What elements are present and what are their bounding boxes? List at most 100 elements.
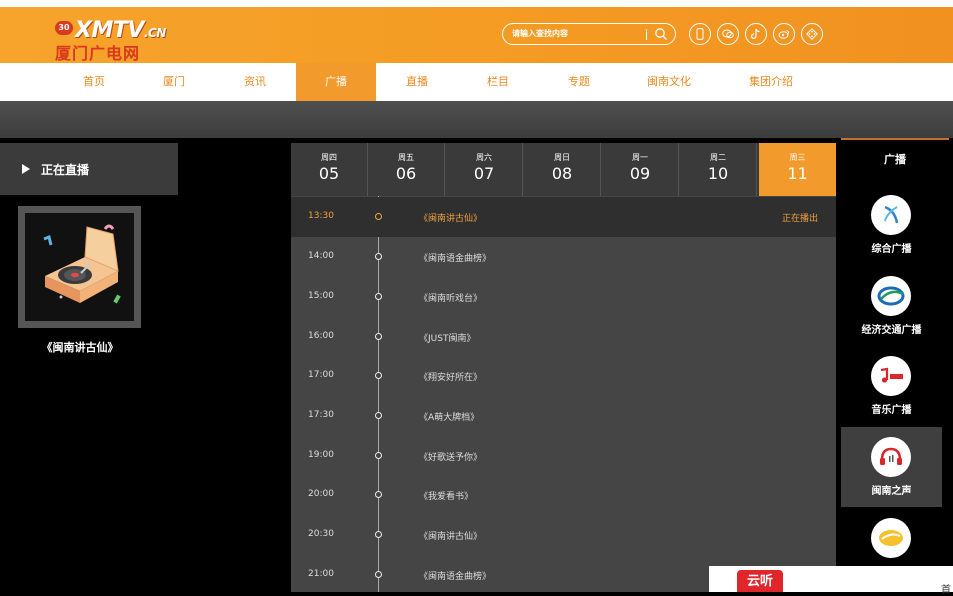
- day-weekday: 周三: [789, 153, 806, 162]
- schedule-row[interactable]: 20:30 《闽南讲古仙》: [291, 515, 836, 555]
- timeline-dot: [375, 372, 382, 379]
- timeline-dot: [375, 333, 382, 340]
- station-sidebar: 广播 综合广播 经济交通广播 音乐广播 闽南之声: [841, 138, 953, 592]
- timeline-dot: [375, 293, 382, 300]
- schedule-row[interactable]: 13:30 《闽南讲古仙》 正在播出: [291, 197, 836, 237]
- logo-badge: 30: [55, 21, 73, 35]
- schedule-row[interactable]: 16:00 《JUST闽南》: [291, 317, 836, 357]
- day-weekday: 周四: [321, 153, 337, 162]
- station-item[interactable]: 音乐广播: [841, 346, 942, 426]
- nav-item-home[interactable]: 首页: [54, 63, 134, 101]
- day-date: 11: [787, 164, 808, 183]
- nav-item-radio[interactable]: 广播: [296, 63, 376, 101]
- popup-home-link[interactable]: 首: [941, 581, 951, 596]
- schedule-program: 《A萌大牌档》: [419, 413, 480, 423]
- banner-band: [0, 101, 953, 138]
- timeline-dot: [375, 531, 382, 538]
- day-date: 10: [707, 164, 729, 183]
- wechat-icon[interactable]: [717, 23, 739, 45]
- search-input[interactable]: 请输入查找内容: [512, 28, 568, 39]
- nav-item-group-intro[interactable]: 集团介绍: [718, 63, 824, 101]
- schedule-time: 20:00: [308, 489, 334, 499]
- record-player-icon: [43, 224, 121, 304]
- nav-item-live[interactable]: 直播: [376, 63, 458, 101]
- site-logo[interactable]: 30 XMTV.CN 厦门广电网: [55, 15, 195, 63]
- nav-item-news[interactable]: 资讯: [214, 63, 296, 101]
- day-date: 06: [395, 164, 417, 183]
- day-tab-sat[interactable]: 周六 07: [446, 143, 523, 196]
- nav-item-topics[interactable]: 专题: [538, 63, 620, 101]
- search-icon[interactable]: [654, 27, 668, 41]
- day-weekday: 周一: [632, 153, 648, 162]
- schedule-time: 21:00: [308, 569, 334, 579]
- station-item[interactable]: 经济交通广播: [841, 266, 942, 346]
- search-box[interactable]: 请输入查找内容: [502, 23, 676, 45]
- timeline-dot: [375, 253, 382, 260]
- now-playing-bar[interactable]: 正在直播: [0, 143, 178, 195]
- station-name: 音乐广播: [871, 405, 912, 416]
- schedule-program: 《闽南语金曲榜》: [419, 572, 492, 582]
- schedule-time: 14:00: [308, 251, 334, 261]
- schedule-row[interactable]: 15:00 《闽南听戏台》: [291, 277, 836, 317]
- day-weekday: 周六: [476, 153, 492, 162]
- now-playing-label: 正在直播: [41, 163, 90, 177]
- nav-item-xiamen[interactable]: 厦门: [134, 63, 214, 101]
- search-divider: [646, 29, 647, 40]
- mobile-icon[interactable]: [689, 23, 711, 45]
- day-weekday: 周二: [710, 153, 726, 162]
- schedule-time: 15:00: [308, 291, 334, 301]
- schedule-row[interactable]: 17:30 《A萌大牌档》: [291, 396, 836, 436]
- day-tab-fri[interactable]: 周五 06: [368, 143, 445, 196]
- day-tab-sun[interactable]: 周日 08: [524, 143, 601, 196]
- radio-news-logo-icon: [871, 195, 911, 235]
- app-grid-icon[interactable]: [801, 23, 823, 45]
- schedule-time: 17:30: [308, 410, 334, 420]
- cover-artwork: [25, 213, 134, 321]
- yunting-popup[interactable]: 云听 首: [709, 566, 953, 596]
- schedule-program: 《我爱看书》: [419, 492, 474, 502]
- day-tab-thu[interactable]: 周四 05: [291, 143, 368, 196]
- schedule-program: 《JUST闽南》: [419, 334, 476, 344]
- schedule-row[interactable]: 20:00 《我爱看书》: [291, 475, 836, 515]
- day-date: 05: [318, 164, 340, 183]
- site-header: 30 XMTV.CN 厦门广电网 请输入查找内容: [0, 7, 953, 63]
- radio-minnan-logo-icon: [871, 437, 911, 477]
- day-weekday: 周日: [554, 153, 570, 162]
- schedule-row[interactable]: 17:00 《翔安好所在》: [291, 356, 836, 396]
- sidebar-title: 广播: [884, 153, 906, 166]
- schedule-time: 17:00: [308, 370, 334, 380]
- nav-item-columns[interactable]: 栏目: [458, 63, 538, 101]
- station-name: 闽南之声: [871, 486, 912, 497]
- radio-music-logo-icon: [871, 356, 911, 396]
- douyin-icon[interactable]: [745, 23, 767, 45]
- day-date: 09: [629, 164, 651, 183]
- timeline-dot: [375, 213, 382, 220]
- program-cover[interactable]: [18, 206, 141, 328]
- station-item[interactable]: 综合广播: [841, 185, 942, 265]
- nav-item-minnan-culture[interactable]: 闽南文化: [620, 63, 718, 101]
- schedule-program: 《闽南讲古仙》: [419, 214, 483, 224]
- timeline-dot: [375, 571, 382, 578]
- top-strip: [0, 0, 953, 7]
- yunting-logo: 云听: [737, 570, 783, 592]
- day-tab-mon[interactable]: 周一 09: [602, 143, 679, 196]
- station-name: 经济交通广播: [861, 325, 922, 336]
- day-tabs: 周四 05 周五 06 周六 07 周日 08 周一 09 周二 10 周三 1…: [291, 143, 836, 196]
- radio-traffic-logo-icon: [871, 276, 911, 316]
- timeline-dot: [375, 491, 382, 498]
- sidebar-accent-line: [841, 138, 949, 140]
- schedule-time: 16:00: [308, 331, 334, 341]
- schedule-program: 《闽南讲古仙》: [419, 532, 483, 542]
- on-air-status: 正在播出: [782, 214, 819, 224]
- schedule-row[interactable]: 14:00 《闽南语金曲榜》: [291, 237, 836, 277]
- day-tab-tue[interactable]: 周二 10: [680, 143, 757, 196]
- station-item-active[interactable]: 闽南之声: [841, 427, 942, 507]
- schedule-program: 《闽南语金曲榜》: [419, 254, 492, 264]
- schedule-program: 《翔安好所在》: [419, 373, 483, 383]
- weibo-icon[interactable]: [773, 23, 795, 45]
- day-weekday: 周五: [398, 153, 414, 162]
- logo-suffix: .CN: [143, 26, 166, 40]
- schedule-row[interactable]: 19:00 《好歌送予你》: [291, 436, 836, 476]
- day-tab-wed[interactable]: 周三 11: [759, 143, 836, 196]
- timeline-dot: [375, 452, 382, 459]
